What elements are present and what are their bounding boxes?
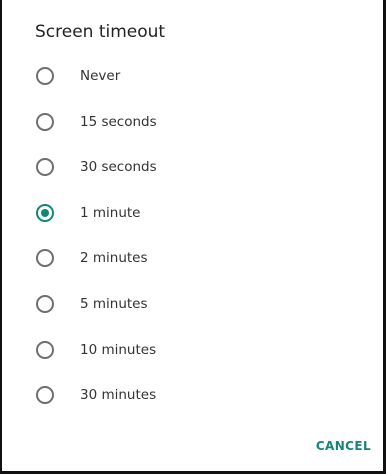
dialog-title: Screen timeout [35,22,166,42]
option-never[interactable]: Never [2,53,383,99]
radio-button[interactable] [36,386,54,405]
option-1-minute[interactable]: 1 minute [2,190,383,236]
option-10-minutes[interactable]: 10 minutes [2,327,383,373]
option-label: 2 minutes [80,250,148,267]
radio-button[interactable] [36,67,54,85]
option-2-minutes[interactable]: 2 minutes [2,235,383,281]
option-label: 1 minute [80,204,141,221]
cancel-button[interactable]: CANCEL [316,436,371,456]
radio-button[interactable] [36,249,54,268]
option-label: 30 minutes [80,387,157,404]
option-30-minutes[interactable]: 30 minutes [2,372,383,418]
option-30-seconds[interactable]: 30 seconds [2,144,383,190]
radio-button[interactable] [36,158,54,177]
option-label: 30 seconds [80,159,157,176]
option-15-seconds[interactable]: 15 seconds [2,99,383,145]
radio-button[interactable] [36,112,54,131]
radio-button[interactable] [36,294,54,313]
radio-button[interactable] [36,340,54,359]
option-label: 5 minutes [80,295,148,312]
radio-button[interactable] [36,203,54,222]
option-label: 15 seconds [80,113,157,130]
option-label: Never [80,68,121,84]
option-5-minutes[interactable]: 5 minutes [2,281,383,327]
screen-timeout-dialog: Screen timeout Never 15 seconds 30 secon… [0,0,386,474]
option-label: 10 minutes [80,341,157,358]
timeout-options-list: Never 15 seconds 30 seconds 1 minute 2 m… [2,53,383,418]
